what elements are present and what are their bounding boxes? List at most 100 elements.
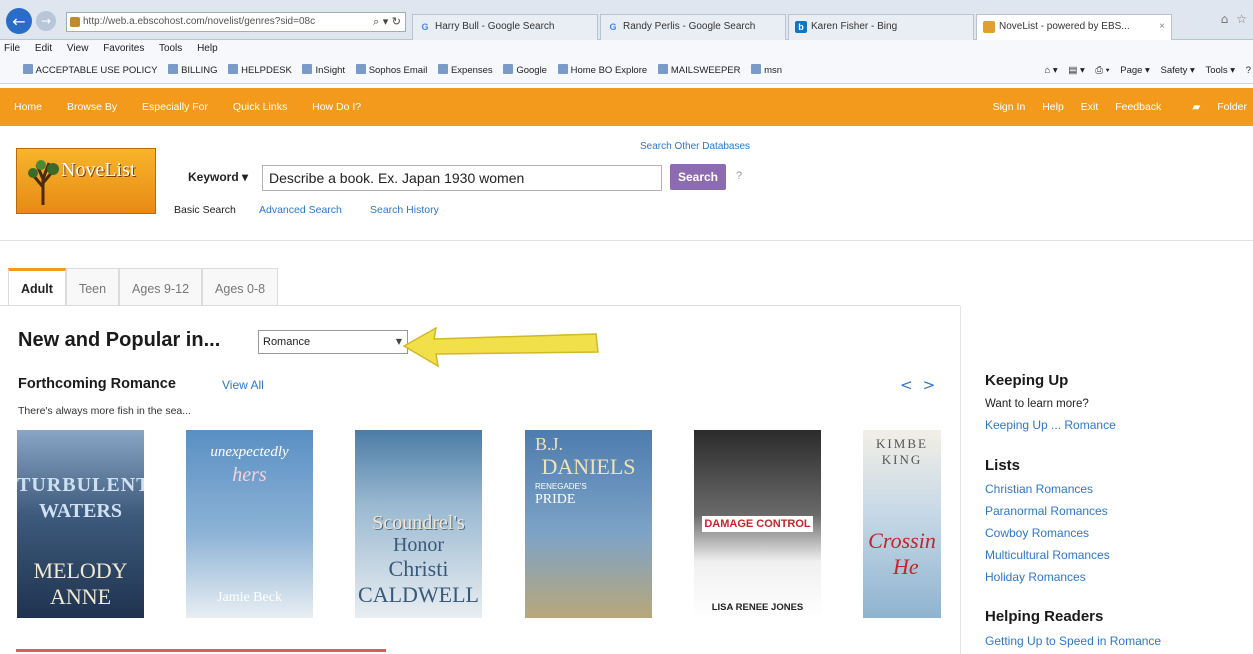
forward-arrow-icon[interactable]: → bbox=[36, 11, 56, 31]
star-icon[interactable]: ☆ bbox=[1236, 12, 1247, 26]
menu-tools[interactable]: Tools bbox=[159, 43, 182, 54]
page-icon bbox=[355, 64, 366, 74]
menu-file[interactable]: File bbox=[4, 43, 20, 54]
favorite-link[interactable]: InSight bbox=[302, 58, 345, 83]
tab-label: Karen Fisher - Bing bbox=[811, 21, 898, 32]
nav-browse-by[interactable]: Browse By bbox=[67, 101, 117, 113]
tools-menu[interactable]: Tools ▾ bbox=[1205, 65, 1235, 76]
keeping-up-link[interactable]: Keeping Up ... Romance bbox=[985, 418, 1116, 432]
search-button[interactable]: Search bbox=[670, 164, 726, 190]
page-icon bbox=[657, 64, 668, 74]
favorite-link[interactable]: Sophos Email bbox=[355, 58, 427, 83]
browser-tab-karen[interactable]: b Karen Fisher - Bing bbox=[788, 14, 974, 40]
feeds-icon[interactable]: ▤ ▾ bbox=[1068, 65, 1084, 76]
nav-how-do-i[interactable]: How Do I? bbox=[312, 101, 361, 113]
tab-adult[interactable]: Adult bbox=[8, 268, 66, 306]
tab-ages-9-12[interactable]: Ages 9-12 bbox=[119, 268, 203, 306]
search-help-icon[interactable]: ? bbox=[736, 170, 742, 182]
book-cover[interactable]: Scoundrel's Honor Christi CALDWELL bbox=[355, 430, 482, 618]
menu-favorites[interactable]: Favorites bbox=[103, 43, 144, 54]
list-item[interactable]: Holiday Romances bbox=[985, 570, 1086, 584]
favorite-link[interactable]: msn bbox=[751, 58, 782, 83]
page-icon bbox=[557, 64, 568, 74]
home-icon[interactable]: ⌂ bbox=[1221, 12, 1229, 26]
list-item[interactable]: Paranormal Romances bbox=[985, 504, 1108, 518]
menu-edit[interactable]: Edit bbox=[35, 43, 52, 54]
genre-select-value: Romance bbox=[263, 336, 311, 348]
book-cover[interactable]: TURBULENT WATERS MELODY ANNE bbox=[17, 430, 144, 618]
carousel-next-icon[interactable]: > bbox=[923, 376, 946, 394]
favorites-bar: ACCEPTABLE USE POLICY BILLING HELPDESK I… bbox=[0, 58, 1253, 84]
view-all-link[interactable]: View All bbox=[222, 378, 264, 392]
close-tab-icon[interactable]: × bbox=[1159, 15, 1165, 39]
search-input[interactable]: Describe a book. Ex. Japan 1930 women bbox=[262, 165, 662, 191]
tab-ages-0-8[interactable]: Ages 0-8 bbox=[202, 268, 279, 306]
tab-label: NoveList - powered by EBS... bbox=[999, 21, 1130, 32]
page-icon bbox=[751, 64, 762, 74]
carousel-nav: <> bbox=[900, 376, 945, 394]
genre-select[interactable]: Romance ▼ bbox=[258, 330, 408, 354]
favorite-link[interactable]: Home BO Explore bbox=[557, 58, 647, 83]
nav-especially-for[interactable]: Especially For bbox=[142, 101, 208, 113]
page-icon bbox=[22, 64, 33, 74]
favorite-link[interactable]: BILLING bbox=[168, 58, 218, 83]
browser-tab-harry[interactable]: G Harry Bull - Google Search bbox=[412, 14, 598, 40]
nav-help[interactable]: Help bbox=[1042, 101, 1064, 113]
novelist-logo[interactable]: NoveList bbox=[16, 148, 156, 214]
site-favicon-icon bbox=[70, 17, 80, 27]
favorite-link[interactable]: Expenses bbox=[437, 58, 493, 83]
search-refresh-icon[interactable]: ⌕ ▾ ↻ bbox=[373, 13, 401, 31]
menu-view[interactable]: View bbox=[67, 43, 89, 54]
browser-tab-randy[interactable]: G Randy Perlis - Google Search bbox=[600, 14, 786, 40]
safety-menu[interactable]: Safety ▾ bbox=[1160, 65, 1194, 76]
sidebar-divider bbox=[960, 306, 961, 654]
google-icon: G bbox=[421, 22, 429, 32]
favorite-link[interactable]: HELPDESK bbox=[228, 58, 292, 83]
menu-help[interactable]: Help bbox=[197, 43, 218, 54]
nav-folder[interactable]: ▰ Folder bbox=[1178, 101, 1247, 113]
search-history-link[interactable]: Search History bbox=[370, 204, 439, 216]
back-arrow-icon[interactable]: ← bbox=[6, 8, 32, 34]
address-text: http://web.a.ebscohost.com/novelist/genr… bbox=[83, 16, 316, 27]
basic-search-label: Basic Search bbox=[174, 204, 236, 216]
favorite-link[interactable]: Google bbox=[503, 58, 547, 83]
book-cover[interactable]: unexpectedly hers Jamie Beck bbox=[186, 430, 313, 618]
favorite-link[interactable]: MAILSWEEPER bbox=[657, 58, 741, 83]
nav-feedback[interactable]: Feedback bbox=[1115, 101, 1161, 113]
page-menu[interactable]: Page ▾ bbox=[1120, 65, 1150, 76]
helping-readers-heading: Helping Readers bbox=[985, 608, 1104, 625]
browser-tab-novelist[interactable]: NoveList - powered by EBS... × bbox=[976, 14, 1172, 41]
book-cover[interactable]: KIMBE KING Crossin He bbox=[863, 430, 941, 618]
nav-exit[interactable]: Exit bbox=[1081, 101, 1099, 113]
helping-readers-link[interactable]: Getting Up to Speed in Romance bbox=[985, 634, 1161, 648]
book-cover[interactable]: DAMAGE CONTROL LISA RENEE JONES bbox=[694, 430, 821, 618]
tab-underline bbox=[0, 305, 960, 306]
nav-quick-links[interactable]: Quick Links bbox=[233, 101, 287, 113]
page-icon bbox=[503, 64, 514, 74]
address-bar[interactable]: http://web.a.ebscohost.com/novelist/genr… bbox=[66, 12, 406, 32]
tab-label: Harry Bull - Google Search bbox=[435, 21, 555, 32]
nav-sign-in[interactable]: Sign In bbox=[993, 101, 1026, 113]
list-item[interactable]: Multicultural Romances bbox=[985, 548, 1110, 562]
search-other-databases-link[interactable]: Search Other Databases bbox=[640, 141, 750, 152]
keeping-up-text: Want to learn more? bbox=[985, 398, 1089, 410]
home-cmd-icon[interactable]: ⌂ ▾ bbox=[1045, 65, 1058, 76]
lists-heading: Lists bbox=[985, 457, 1021, 474]
carousel-prev-icon[interactable]: < bbox=[900, 376, 923, 394]
forthcoming-title: Forthcoming Romance bbox=[18, 376, 176, 392]
keeping-up-heading: Keeping Up bbox=[985, 372, 1069, 389]
help-icon[interactable]: ? bbox=[1246, 65, 1251, 76]
favorite-link[interactable]: ACCEPTABLE USE POLICY bbox=[22, 58, 157, 83]
nav-home[interactable]: Home bbox=[14, 101, 42, 113]
header-divider bbox=[0, 240, 1253, 241]
folder-icon: ▰ bbox=[1192, 101, 1201, 113]
book-cover[interactable]: B.J. DANIELS RENEGADE'S PRIDE bbox=[525, 430, 652, 618]
list-item[interactable]: Cowboy Romances bbox=[985, 526, 1089, 540]
advanced-search-link[interactable]: Advanced Search bbox=[259, 204, 342, 216]
age-tabs: Adult Teen Ages 9-12 Ages 0-8 bbox=[8, 268, 279, 306]
site-nav-bar: Home Browse By Especially For Quick Link… bbox=[0, 88, 1253, 126]
list-item[interactable]: Christian Romances bbox=[985, 482, 1093, 496]
tab-teen[interactable]: Teen bbox=[65, 268, 120, 306]
print-icon[interactable]: ⎙ ▾ bbox=[1095, 65, 1109, 76]
keyword-dropdown[interactable]: Keyword ▾ bbox=[188, 170, 248, 184]
